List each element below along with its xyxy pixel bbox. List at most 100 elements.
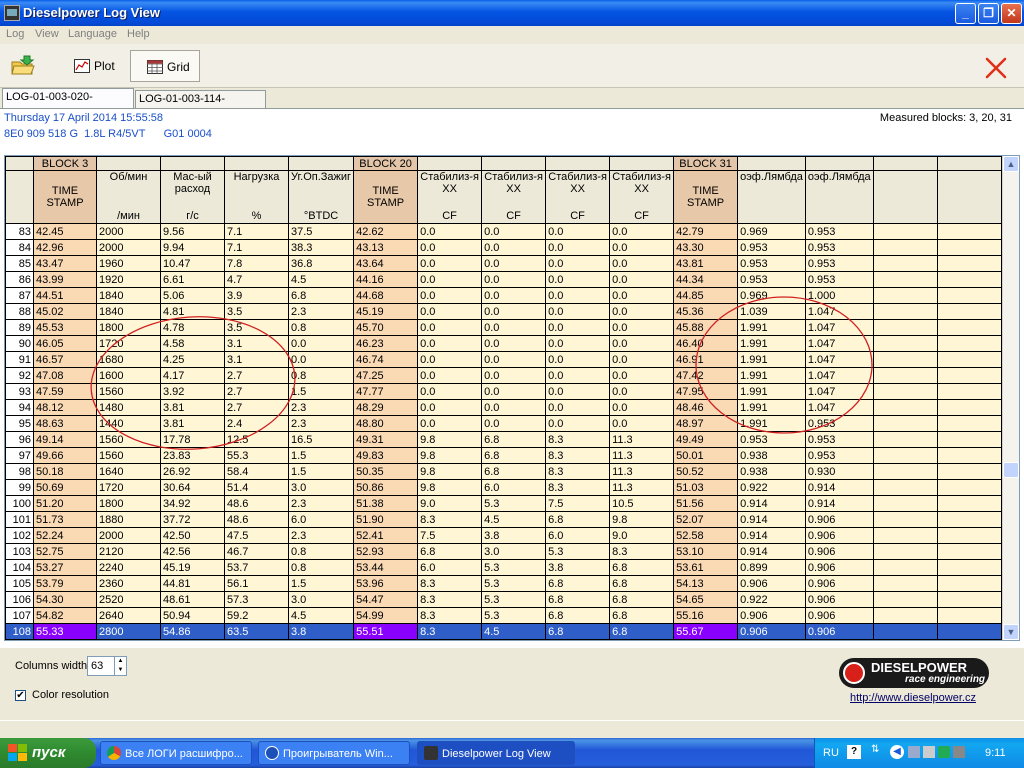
- table-row[interactable]: 91 46.57 1680 4.25 3.1 0.0 46.74 0.0 0.0 0.0 0.0 46…: [5, 351, 1002, 368]
- timestamp-cell: 43.64: [353, 255, 419, 272]
- table-row[interactable]: 83 42.45 2000 9.56 7.1 37.5 42.62 0.0 0.0 0.0 0.0 4…: [5, 223, 1002, 240]
- maximize-button[interactable]: ❐: [978, 3, 999, 24]
- data-cell: 4.81: [160, 303, 225, 320]
- table-row[interactable]: 100 51.20 1800 34.92 48.6 2.3 51.38 9.0 5.3 7.5 10…: [5, 495, 1002, 512]
- table-row[interactable]: 85 43.47 1960 10.47 7.8 36.8 43.64 0.0 0.0 0.0 0.0…: [5, 255, 1002, 272]
- data-cell: 53.7: [224, 559, 289, 576]
- table-row[interactable]: 94 48.12 1480 3.81 2.7 2.3 48.29 0.0 0.0 0.0 0.0 48…: [5, 399, 1002, 416]
- table-row[interactable]: 95 48.63 1440 3.81 2.4 2.3 48.80 0.0 0.0 0.0 0.0 48…: [5, 415, 1002, 432]
- data-cell: 1.991: [737, 399, 806, 416]
- empty-cell: [936, 255, 1002, 272]
- data-cell: 2120: [96, 543, 161, 560]
- back-arrow-icon[interactable]: ◀: [890, 745, 904, 759]
- table-row[interactable]: 103 52.75 2120 42.56 46.7 0.8 52.93 6.8 3.0 5.3 8.…: [5, 543, 1002, 560]
- clock: 9:11: [985, 747, 1006, 759]
- tray-expand-icon[interactable]: ⇅: [871, 744, 879, 755]
- empty-cell: [872, 287, 938, 304]
- timestamp-cell: 45.02: [33, 303, 97, 320]
- spin-down-icon[interactable]: ▼: [114, 666, 126, 675]
- data-cell: 3.8: [481, 527, 547, 544]
- volume-icon[interactable]: [953, 746, 965, 758]
- table-row[interactable]: 86 43.99 1920 6.61 4.7 4.5 44.16 0.0 0.0 0.0 0.0 44…: [5, 271, 1002, 288]
- plot-button[interactable]: Plot: [66, 50, 122, 82]
- data-grid[interactable]: BLOCK 3 BLOCK 20 BLOCK 31 TIME STAMP Об/ми…: [4, 155, 1020, 641]
- close-window-button[interactable]: ✕: [1001, 3, 1022, 24]
- open-folder-icon: [11, 55, 35, 75]
- table-row[interactable]: 102 52.24 2000 42.50 47.5 2.3 52.41 7.5 3.8 6.0 9.…: [5, 527, 1002, 544]
- data-cell: 5.3: [545, 543, 611, 560]
- table-row[interactable]: 92 47.08 1600 4.17 2.7 0.8 47.25 0.0 0.0 0.0 0.0 47…: [5, 367, 1002, 384]
- tab-file-1[interactable]: LOG-01-003-020-031.csv: [2, 88, 134, 119]
- table-row[interactable]: 108 55.33 2800 54.86 63.5 3.8 55.51 8.3 4.5 6.8 6.…: [5, 623, 1002, 640]
- task-label: Все ЛОГИ расшифро...: [125, 748, 243, 760]
- empty-cell: [936, 383, 1002, 400]
- table-row[interactable]: 97 49.66 1560 23.83 55.3 1.5 49.83 9.8 6.8 8.3 11.…: [5, 447, 1002, 464]
- network-icon-2[interactable]: [923, 746, 935, 758]
- table-row[interactable]: 87 44.51 1840 5.06 3.9 6.8 44.68 0.0 0.0 0.0 0.0 44…: [5, 287, 1002, 304]
- empty-cell: [936, 223, 1002, 240]
- tab-file-2[interactable]: LOG-01-003-114-115.csv: [135, 90, 266, 121]
- column-header: Стабилиз-я XX CF: [545, 170, 611, 224]
- data-cell: 0.8: [287, 319, 355, 336]
- timestamp-cell: 47.25: [353, 367, 419, 384]
- data-cell: 2800: [96, 623, 161, 640]
- data-cell: 5.3: [481, 495, 547, 512]
- table-row[interactable]: 101 51.73 1880 37.72 48.6 6.0 51.90 8.3 4.5 6.8 9.…: [5, 511, 1002, 528]
- timestamp-cell: 45.53: [33, 319, 97, 336]
- menu-language[interactable]: Language: [68, 28, 117, 40]
- empty-cell: [936, 527, 1002, 544]
- close-file-icon[interactable]: [985, 57, 1007, 79]
- grid-label: Grid: [167, 60, 190, 74]
- table-row[interactable]: 99 50.69 1720 30.64 51.4 3.0 50.86 9.8 6.0 8.3 11.…: [5, 479, 1002, 496]
- data-cell: 1680: [96, 351, 161, 368]
- table-row[interactable]: 107 54.82 2640 50.94 59.2 4.5 54.99 8.3 5.3 6.8 6.…: [5, 607, 1002, 624]
- table-row[interactable]: 84 42.96 2000 9.94 7.1 38.3 43.13 0.0 0.0 0.0 0.0 4…: [5, 239, 1002, 256]
- scroll-down-icon[interactable]: ▼: [1003, 624, 1019, 640]
- data-cell: 0.0: [545, 351, 611, 368]
- data-cell: 0.0: [481, 271, 547, 288]
- vertical-scrollbar[interactable]: ▲ ▼: [1002, 156, 1019, 640]
- timestamp-cell: 50.01: [673, 447, 739, 464]
- columns-width-spinner[interactable]: 63 ▲ ▼: [87, 656, 127, 676]
- data-cell: 11.3: [609, 431, 675, 448]
- menu-log[interactable]: Log: [6, 28, 24, 40]
- logo-sub-text: race engineering: [905, 674, 986, 685]
- table-row[interactable]: 89 45.53 1800 4.78 3.5 0.8 45.70 0.0 0.0 0.0 0.0 45…: [5, 319, 1002, 336]
- table-row[interactable]: 93 47.59 1560 3.92 2.7 1.5 47.77 0.0 0.0 0.0 0.0 47…: [5, 383, 1002, 400]
- spin-up-icon[interactable]: ▲: [114, 657, 126, 666]
- table-row[interactable]: 96 49.14 1560 17.78 12.5 16.5 49.31 9.8 6.8 8.3 11…: [5, 431, 1002, 448]
- open-folder-button[interactable]: [10, 50, 40, 82]
- start-button[interactable]: пуск: [0, 738, 96, 768]
- logo-emblem-icon: [843, 662, 865, 684]
- data-cell: 5.3: [481, 591, 547, 608]
- scroll-thumb[interactable]: [1003, 462, 1019, 478]
- taskbar-item-browser[interactable]: Все ЛОГИ расшифро...: [100, 741, 252, 765]
- table-row[interactable]: 105 53.79 2360 44.81 56.1 1.5 53.96 8.3 5.3 6.8 6.…: [5, 575, 1002, 592]
- taskbar-item-player[interactable]: Проигрыватель Win...: [258, 741, 410, 765]
- data-cell: 0.953: [737, 239, 806, 256]
- log-date: Thursday 17 April 2014 15:55:58: [4, 112, 164, 124]
- table-row[interactable]: 90 46.05 1720 4.58 3.1 0.0 46.23 0.0 0.0 0.0 0.0 46…: [5, 335, 1002, 352]
- data-cell: 2360: [96, 575, 161, 592]
- language-indicator[interactable]: RU: [823, 747, 839, 759]
- table-row[interactable]: 98 50.18 1640 26.92 58.4 1.5 50.35 9.8 6.8 8.3 11.…: [5, 463, 1002, 480]
- website-link[interactable]: http://www.dieselpower.cz: [850, 692, 976, 704]
- taskbar-item-logview[interactable]: Dieselpower Log View: [417, 741, 575, 765]
- color-resolution-checkbox[interactable]: ✔: [15, 690, 26, 701]
- menu-help[interactable]: Help: [127, 28, 150, 40]
- network-icon[interactable]: [908, 746, 920, 758]
- security-icon[interactable]: [938, 746, 950, 758]
- data-cell: 11.3: [609, 463, 675, 480]
- minimize-button[interactable]: _: [955, 3, 976, 24]
- grid-button[interactable]: Grid: [130, 50, 200, 82]
- table-row[interactable]: 106 54.30 2520 48.61 57.3 3.0 54.47 8.3 5.3 6.8 6.…: [5, 591, 1002, 608]
- table-row[interactable]: 104 53.27 2240 45.19 53.7 0.8 53.44 6.0 5.3 3.8 6.…: [5, 559, 1002, 576]
- menu-view[interactable]: View: [35, 28, 59, 40]
- scroll-up-icon[interactable]: ▲: [1003, 156, 1019, 172]
- help-icon[interactable]: ?: [847, 745, 861, 759]
- empty-cell: [872, 351, 938, 368]
- table-row[interactable]: 88 45.02 1840 4.81 3.5 2.3 45.19 0.0 0.0 0.0 0.0 45…: [5, 303, 1002, 320]
- timestamp-cell: 45.36: [673, 303, 739, 320]
- data-cell: 6.0: [287, 511, 355, 528]
- data-cell: 0.953: [737, 271, 806, 288]
